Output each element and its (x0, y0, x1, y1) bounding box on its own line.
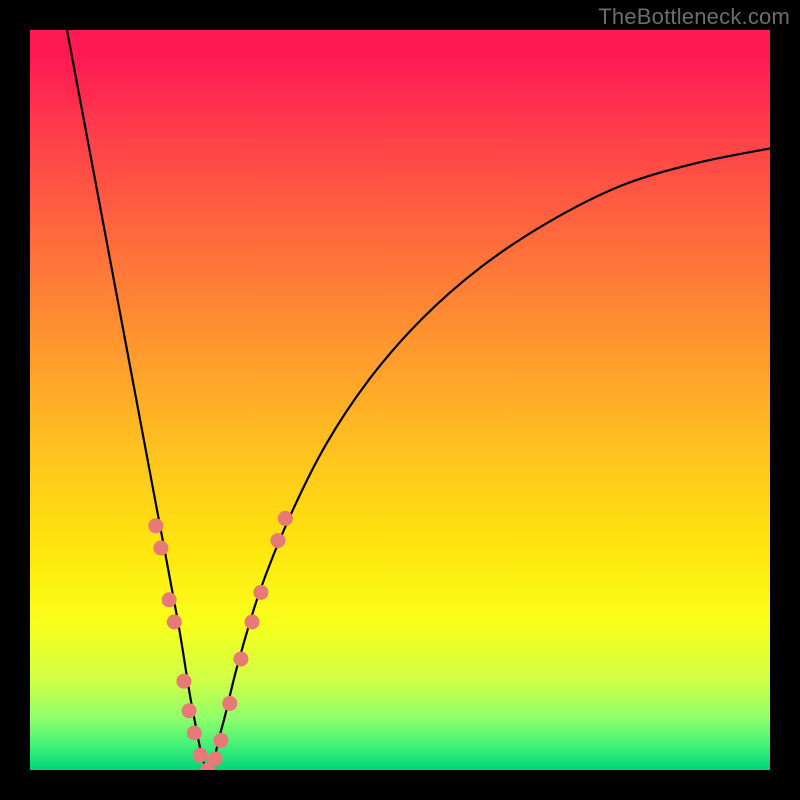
marker-dot (245, 615, 260, 630)
marker-dot (167, 615, 182, 630)
plot-area (30, 30, 770, 770)
marker-dot (253, 585, 268, 600)
marker-dot (278, 511, 293, 526)
bottleneck-curve-path (67, 30, 770, 770)
marker-dot (233, 652, 248, 667)
bottleneck-curve (67, 30, 770, 770)
marker-dot (182, 703, 197, 718)
marker-dot (270, 533, 285, 548)
curve-svg (30, 30, 770, 770)
marker-dot (187, 726, 202, 741)
marker-dot (148, 518, 163, 533)
marker-dot (193, 748, 208, 763)
marker-dot (208, 751, 223, 766)
marker-dot (213, 733, 228, 748)
marker-dot (162, 592, 177, 607)
marker-dot (176, 674, 191, 689)
marker-dot (153, 541, 168, 556)
watermark-text: TheBottleneck.com (598, 4, 790, 30)
chart-frame: TheBottleneck.com (0, 0, 800, 800)
marker-dot (222, 696, 237, 711)
